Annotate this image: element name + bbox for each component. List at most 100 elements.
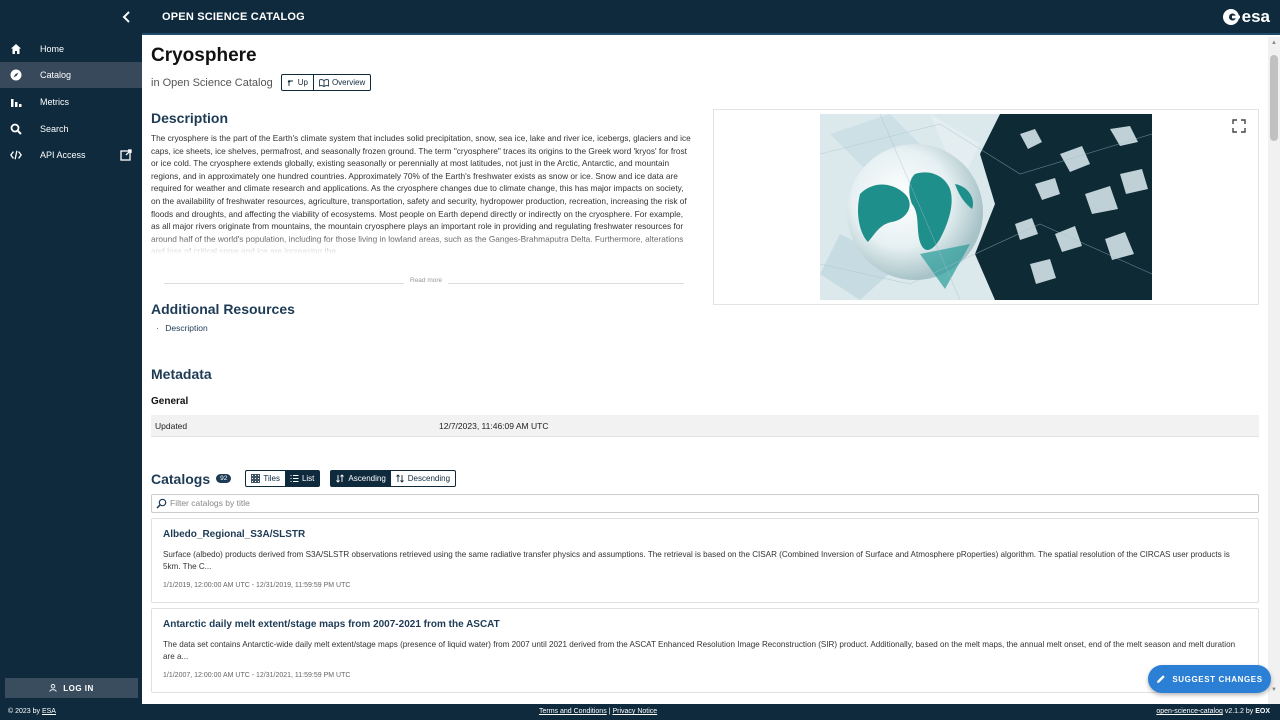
read-more-button[interactable]: Read more <box>164 277 684 289</box>
catalog-card[interactable]: Albedo_Regional_S3A/SLSTR Surface (albed… <box>151 518 1259 603</box>
sidebar-item-label: Metrics <box>40 97 69 107</box>
descending-label: Descending <box>407 474 451 483</box>
login-label: LOG IN <box>63 683 94 693</box>
parent-catalog-link[interactable]: Open Science Catalog <box>163 77 273 89</box>
sidebar-item-search[interactable]: Search <box>0 116 142 142</box>
description-text: The cryosphere is the part of the Earth'… <box>151 132 693 254</box>
bar-chart-icon <box>10 96 22 108</box>
collapse-sidebar-button[interactable] <box>120 10 134 26</box>
version-text: v2.1.2 by <box>1224 708 1254 715</box>
catalog-card-title[interactable]: Antarctic daily melt extent/stage maps f… <box>163 619 1247 630</box>
resources-list: · Description <box>156 323 208 333</box>
tiles-view-button[interactable]: Tiles <box>246 471 285 486</box>
filter-placeholder: Filter catalogs by title <box>170 498 250 508</box>
additional-resources-heading: Additional Resources <box>151 301 295 317</box>
fullscreen-icon <box>1232 119 1246 133</box>
metadata-row: Updated 12/7/2023, 11:46:09 AM UTC <box>151 415 1259 437</box>
scroll-up-arrow-icon[interactable]: ▲ <box>1270 40 1278 48</box>
sort-descending-icon <box>395 474 404 483</box>
privacy-link[interactable]: Privacy Notice <box>612 708 657 715</box>
home-icon <box>10 43 22 55</box>
esa-logo-text: esa <box>1241 7 1270 26</box>
ascending-sort-button[interactable]: Ascending <box>331 471 391 486</box>
book-icon <box>319 78 329 87</box>
scrollbar[interactable]: ▲ ▼ <box>1268 37 1280 704</box>
suggest-changes-button[interactable]: SUGGEST CHANGES <box>1148 665 1271 693</box>
sort-toggle: Ascending Descending <box>330 470 457 487</box>
copyright: © 2023 by ESA <box>8 708 56 715</box>
external-link-icon <box>120 149 132 161</box>
catalog-card-dates: 1/1/2019, 12:00:00 AM UTC - 12/31/2019, … <box>163 581 351 589</box>
copyright-text: © 2023 by <box>8 708 41 715</box>
grid-icon <box>251 474 261 483</box>
scrollbar-thumb[interactable] <box>1270 55 1278 141</box>
view-toggle: Tiles List <box>245 470 321 487</box>
esa-logo-icon <box>1222 9 1240 25</box>
metadata-heading: Metadata <box>151 366 212 382</box>
arrow-up-icon <box>287 79 293 86</box>
chevron-left-icon <box>122 11 130 23</box>
search-icon <box>156 498 167 509</box>
pencil-icon <box>1157 675 1166 683</box>
version-info: open-science-catalog v2.1.2 by EOX <box>1156 708 1270 715</box>
scroll-down-arrow-icon[interactable]: ▼ <box>1270 687 1278 695</box>
search-icon <box>10 123 22 135</box>
sidebar-item-label: Home <box>40 44 65 54</box>
catalogs-header: Catalogs 92 Tiles List Ascending Descend… <box>151 470 457 487</box>
list-icon <box>290 475 299 482</box>
description-heading: Description <box>151 110 229 126</box>
sidebar-item-metrics[interactable]: Metrics <box>0 89 142 115</box>
up-button[interactable]: Up <box>282 75 313 90</box>
catalog-card-title[interactable]: Albedo_Regional_S3A/SLSTR <box>163 529 1247 540</box>
catalog-card[interactable]: Antarctic daily melt extent/stage maps f… <box>151 608 1259 693</box>
metadata-value: 12/7/2023, 11:46:09 AM UTC <box>439 421 549 431</box>
catalog-card-description: Surface (albedo) products derived from S… <box>163 550 1230 572</box>
footer-separator: | <box>608 708 611 715</box>
ascending-label: Ascending <box>348 474 386 483</box>
terms-link[interactable]: Terms and Conditions <box>539 708 607 715</box>
sidebar-item-api-access[interactable]: API Access <box>0 142 142 168</box>
sidebar-item-home[interactable]: Home <box>0 36 142 62</box>
cryosphere-image <box>820 114 1152 300</box>
list-view-button[interactable]: List <box>284 471 320 486</box>
catalog-card-description: The data set contains Antarctic-wide dai… <box>163 640 1236 662</box>
list-label: List <box>301 474 315 483</box>
overview-button[interactable]: Overview <box>312 75 370 90</box>
filter-catalogs-input[interactable]: Filter catalogs by title <box>151 494 1259 513</box>
catalog-image-card <box>713 109 1259 305</box>
catalog-card-dates: 1/1/2007, 12:00:00 AM UTC - 12/31/2021, … <box>163 671 351 679</box>
sidebar-item-catalog[interactable]: Catalog <box>0 62 142 88</box>
suggest-changes-label: SUGGEST CHANGES <box>1172 674 1263 684</box>
eox-logo[interactable]: EOX <box>1255 708 1270 715</box>
bullet: · <box>156 323 159 333</box>
metadata-general-heading: General <box>151 396 189 407</box>
sidebar-item-label: Catalog <box>40 70 72 80</box>
catalog-count-badge: 92 <box>216 474 232 483</box>
compass-icon <box>10 69 22 81</box>
top-bar: OPEN SCIENCE CATALOG esa <box>142 0 1280 35</box>
in-prefix: in <box>151 76 160 89</box>
version-link[interactable]: open-science-catalog <box>1156 708 1223 715</box>
navigation-button-group: Up Overview <box>280 74 372 91</box>
read-more-label: Read more <box>404 277 449 284</box>
overview-label: Overview <box>331 78 366 87</box>
parent-catalog-line: in Open Science Catalog Up Overview <box>151 74 372 91</box>
descending-sort-button[interactable]: Descending <box>391 471 455 486</box>
sidebar-item-label: Search <box>40 124 69 134</box>
app-title[interactable]: OPEN SCIENCE CATALOG <box>162 11 305 23</box>
code-icon <box>10 149 22 161</box>
metadata-key: Updated <box>155 421 188 431</box>
catalogs-heading: Catalogs <box>151 470 211 487</box>
page-title: Cryosphere <box>151 45 257 66</box>
footer-links: Terms and Conditions | Privacy Notice <box>539 708 657 715</box>
login-button[interactable]: LOG IN <box>5 678 138 698</box>
sort-ascending-icon <box>336 474 345 483</box>
user-icon <box>49 684 57 692</box>
tiles-label: Tiles <box>263 474 280 483</box>
sidebar: Home Catalog Metrics Search API Access L… <box>0 0 142 704</box>
resource-link-description[interactable]: Description <box>165 323 208 333</box>
esa-link[interactable]: ESA <box>42 708 56 715</box>
sidebar-item-label: API Access <box>40 150 86 160</box>
fullscreen-button[interactable] <box>1232 119 1246 133</box>
esa-logo[interactable]: esa <box>1222 7 1270 27</box>
